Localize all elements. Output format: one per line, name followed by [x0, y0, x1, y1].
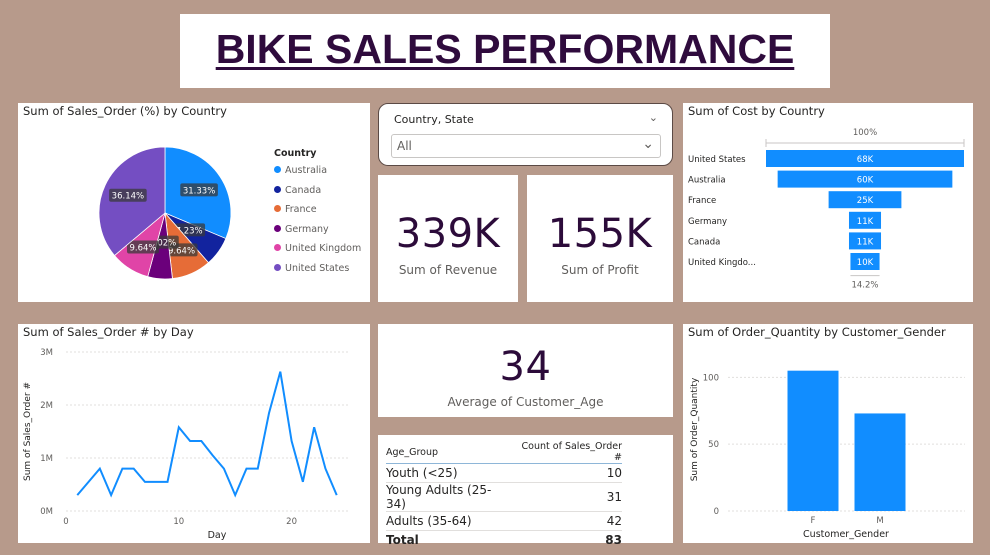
x-tick-label: 0	[63, 517, 68, 527]
funnel-category-label: Australia	[688, 176, 726, 186]
slicer-label: Country, State	[394, 113, 474, 126]
table-cell-count: 42	[510, 511, 622, 531]
y-tick-label: 0	[714, 507, 719, 517]
funnel-data-label: 68K	[857, 155, 874, 165]
bar-f[interactable]	[787, 370, 839, 511]
legend-dot-icon	[274, 263, 281, 271]
legend-item-canada[interactable]: Canada	[274, 185, 321, 196]
table-row: Young Adults (25-34) 31	[386, 482, 622, 512]
age-group-table[interactable]: Age_Group Count of Sales_Order # Youth (…	[386, 441, 622, 550]
x-axis-title: Day	[208, 530, 227, 541]
slicer-dropdown[interactable]: All ⌄	[391, 134, 661, 158]
column-header-age-group[interactable]: Age_Group	[386, 441, 511, 464]
y-tick-label: 3M	[40, 348, 53, 358]
table-cell-group: Adults (35-64)	[386, 511, 511, 531]
x-tick-label: 20	[286, 517, 297, 527]
funnel-data-label: 11K	[857, 237, 874, 247]
y-tick-label: 0M	[40, 507, 53, 517]
legend-label: France	[285, 204, 317, 215]
legend-item-united-states[interactable]: United States	[274, 263, 349, 274]
funnel-category-label: France	[688, 196, 716, 206]
funnel-category-label: Canada	[688, 237, 720, 247]
profit-value: 155K	[547, 211, 653, 257]
pie-data-label: 9.64%	[129, 243, 156, 253]
legend-item-united-kingdom[interactable]: United Kingdom	[274, 243, 361, 254]
funnel-chart-tile[interactable]: Sum of Cost by Country 100% United States…	[683, 103, 973, 302]
legend-label: Germany	[285, 223, 329, 235]
revenue-value: 339K	[395, 211, 501, 257]
title-banner: BIKE SALES PERFORMANCE	[180, 14, 830, 88]
dashboard-title: BIKE SALES PERFORMANCE	[215, 26, 795, 72]
funnel-category-label: United States	[688, 155, 746, 165]
column-header-count[interactable]: Count of Sales_Order #	[510, 441, 622, 464]
funnel-category-label: United Kingdo...	[688, 258, 756, 268]
y-tick-label: 50	[708, 440, 719, 450]
country-state-slicer[interactable]: Country, State ⌄ All ⌄	[378, 103, 673, 166]
bar-chart-tile[interactable]: Sum of Order_Quantity by Customer_Gender…	[683, 324, 973, 543]
age-value: 34	[499, 344, 552, 390]
pie-data-label: 36.14%	[112, 192, 144, 202]
table-cell-count: 10	[510, 463, 622, 483]
funnel-category-label: Germany	[688, 217, 727, 227]
table-row: Adults (35-64) 42	[386, 511, 622, 531]
y-tick-label: 100	[703, 373, 719, 383]
table-total-value: 83	[605, 533, 622, 548]
legend-dot-icon	[274, 205, 281, 212]
table-cell-group: Young Adults (25-34)	[386, 482, 511, 512]
chevron-down-icon[interactable]: ⌄	[642, 136, 654, 152]
x-tick-label: 10	[173, 517, 184, 527]
line-series[interactable]	[76, 371, 338, 498]
y-axis-title: Sum of Order_Quantity	[690, 377, 700, 481]
y-axis-title: Sum of Sales_Order #	[23, 382, 33, 481]
y-tick-label: 1M	[40, 454, 53, 464]
table-total-row: Total 83	[386, 531, 622, 550]
pie-chart-tile[interactable]: Sum of Sales_Order (%) by Country 31.33%…	[18, 103, 370, 302]
funnel-data-label: 11K	[857, 217, 874, 227]
legend-item-france[interactable]: France	[274, 204, 317, 215]
age-label: Average of Customer_Age	[447, 395, 604, 409]
legend-label: Canada	[285, 184, 322, 196]
x-axis-title: Customer_Gender	[803, 529, 889, 540]
profit-card[interactable]: 155K Sum of Profit	[527, 175, 673, 302]
table-cell-count: 31	[510, 482, 622, 512]
age-card[interactable]: 34 Average of Customer_Age	[378, 324, 673, 417]
funnel-data-label: 60K	[857, 176, 874, 186]
line-chart[interactable]: 0M 1M 2M 3M 0 10 20 Day Sum of Sales_Order #	[18, 324, 370, 543]
revenue-card[interactable]: 339K Sum of Revenue	[378, 175, 518, 302]
legend-dot-icon	[274, 185, 281, 193]
age-group-table-tile[interactable]: Age_Group Count of Sales_Order # Youth (…	[378, 435, 673, 547]
legend-label: United Kingdom	[285, 243, 362, 254]
funnel-top-pct: 100%	[853, 128, 877, 138]
pie-data-label: 31.33%	[183, 186, 215, 196]
x-tick-label: F	[811, 516, 816, 526]
legend-label: Australia	[285, 165, 328, 176]
bar-chart[interactable]: 050100F MCustomer_GenderSum of Order_Quan…	[683, 324, 973, 543]
funnel-bottom-pct: 14.2%	[851, 281, 878, 291]
revenue-label: Sum of Revenue	[398, 263, 498, 277]
table-header-row: Age_Group Count of Sales_Order #	[386, 441, 622, 464]
x-tick-label: M	[876, 516, 883, 526]
funnel-data-label: 10K	[857, 258, 874, 268]
legend-dot-icon	[274, 244, 281, 251]
funnel-chart[interactable]: 100% United States 68K Australia 60K France 25…	[683, 103, 973, 302]
y-tick-label: 2M	[40, 401, 53, 411]
legend-dot-icon	[274, 166, 281, 173]
legend-item-germany[interactable]: Germany	[274, 224, 329, 235]
chevron-down-icon[interactable]: ⌄	[649, 111, 658, 124]
slicer-value: All	[397, 139, 412, 153]
funnel-data-label: 25K	[857, 196, 874, 206]
bar-m[interactable]	[854, 413, 906, 511]
table-total-label: Total	[386, 533, 419, 548]
legend-dot-icon	[274, 224, 281, 232]
legend-label: United States	[285, 262, 350, 274]
line-chart-tile[interactable]: Sum of Sales_Order # by Day 0M 1M 2M 3M 0 10 2…	[18, 324, 370, 543]
legend-item-australia[interactable]: Australia	[274, 165, 327, 176]
profit-label: Sum of Profit	[561, 263, 639, 277]
table-cell-group: Youth (<25)	[386, 463, 511, 483]
pie-legend-title: Country	[274, 148, 317, 159]
table-row: Youth (<25) 10	[386, 463, 622, 483]
